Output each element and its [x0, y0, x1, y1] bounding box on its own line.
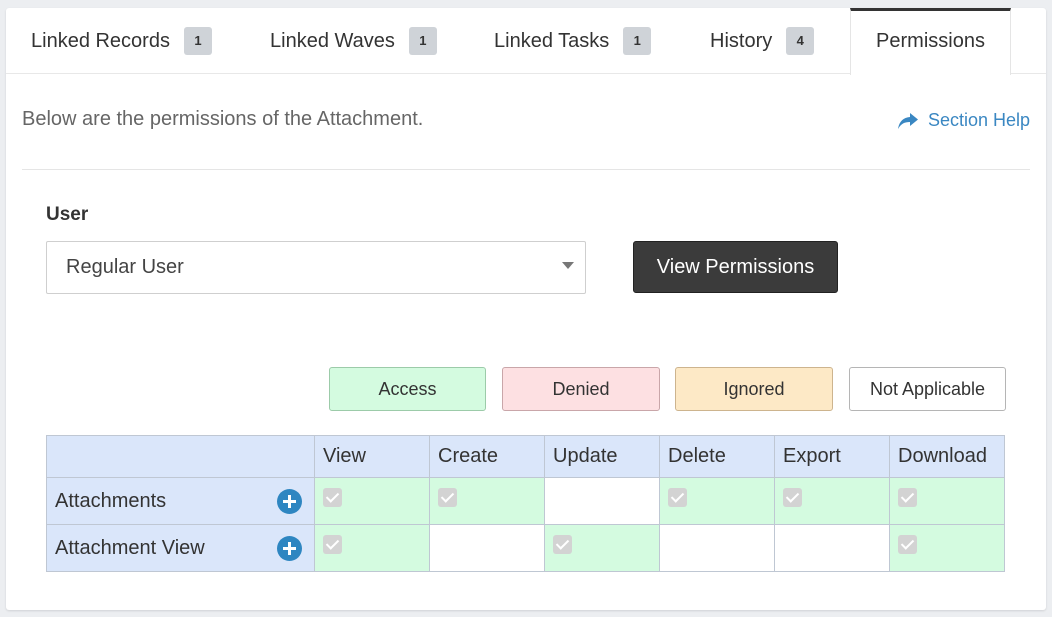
- permission-cell-create: [429, 477, 545, 525]
- checkbox-checked-icon: [898, 535, 917, 554]
- share-arrow-icon: [897, 112, 918, 129]
- section-help-label: Section Help: [927, 110, 1030, 130]
- expand-plus-icon[interactable]: [277, 489, 302, 514]
- legend-not-applicable: Not Applicable: [849, 367, 1006, 411]
- table-row: Attachment View: [46, 524, 1005, 572]
- column-header-download: Download: [889, 435, 1005, 478]
- tab-label: Linked Tasks: [494, 29, 610, 52]
- permission-cell-delete: [659, 477, 775, 525]
- column-header-view: View: [314, 435, 430, 478]
- user-select[interactable]: Regular User: [46, 241, 586, 294]
- divider: [22, 169, 1030, 170]
- user-field-label: User: [46, 204, 89, 225]
- permission-cell-export: [774, 524, 890, 572]
- count-badge: 1: [183, 27, 212, 55]
- tab-linked-tasks[interactable]: Linked Tasks 1: [494, 8, 652, 74]
- permission-cell-update: [544, 477, 660, 525]
- section-help-link[interactable]: Section Help: [897, 110, 1030, 131]
- expand-plus-icon[interactable]: [277, 536, 302, 561]
- tab-linked-records[interactable]: Linked Records 1: [31, 8, 212, 74]
- checkbox-checked-icon: [438, 488, 457, 507]
- row-label: Attachment View: [55, 536, 205, 559]
- tab-label: Permissions: [876, 30, 985, 52]
- tab-label: Linked Records: [31, 29, 170, 52]
- section-description: Below are the permissions of the Attachm…: [22, 108, 424, 130]
- caret-down-icon: [562, 262, 574, 269]
- tab-linked-waves[interactable]: Linked Waves 1: [270, 8, 437, 74]
- tab-history[interactable]: History 4: [710, 8, 815, 74]
- column-header-create: Create: [429, 435, 545, 478]
- permission-cell-view: [314, 524, 430, 572]
- count-badge: 4: [786, 27, 815, 55]
- row-label: Attachments: [55, 489, 167, 512]
- column-header-export: Export: [774, 435, 890, 478]
- tab-label: History: [710, 29, 773, 52]
- count-badge: 1: [408, 27, 437, 55]
- permission-cell-download: [889, 524, 1005, 572]
- count-badge: 1: [623, 27, 652, 55]
- permission-cell-create: [429, 524, 545, 572]
- checkbox-checked-icon: [668, 488, 687, 507]
- row-header: Attachments: [46, 477, 315, 525]
- column-header-delete: Delete: [659, 435, 775, 478]
- permission-cell-view: [314, 477, 430, 525]
- user-select-value: Regular User: [66, 256, 184, 278]
- permission-cell-export: [774, 477, 890, 525]
- permission-cell-delete: [659, 524, 775, 572]
- checkbox-checked-icon: [323, 488, 342, 507]
- checkbox-checked-icon: [783, 488, 802, 507]
- tab-label: Linked Waves: [270, 29, 395, 52]
- checkbox-checked-icon: [553, 535, 572, 554]
- corner-header: [46, 435, 315, 478]
- legend-access: Access: [329, 367, 486, 411]
- checkbox-checked-icon: [898, 488, 917, 507]
- table-header-row: View Create Update Delete Export Downloa…: [46, 435, 1005, 478]
- table-row: Attachments: [46, 477, 1005, 525]
- row-header: Attachment View: [46, 524, 315, 572]
- permission-cell-download: [889, 477, 1005, 525]
- view-permissions-button[interactable]: View Permissions: [633, 241, 838, 293]
- tab-permissions[interactable]: Permissions: [850, 8, 1011, 75]
- permissions-table: View Create Update Delete Export Downloa…: [46, 435, 1005, 572]
- column-header-update: Update: [544, 435, 660, 478]
- permission-cell-update: [544, 524, 660, 572]
- tab-bar: Linked Records 1 Linked Waves 1 Linked T…: [6, 8, 1046, 75]
- legend-denied: Denied: [502, 367, 660, 411]
- checkbox-checked-icon: [323, 535, 342, 554]
- legend-ignored: Ignored: [675, 367, 833, 411]
